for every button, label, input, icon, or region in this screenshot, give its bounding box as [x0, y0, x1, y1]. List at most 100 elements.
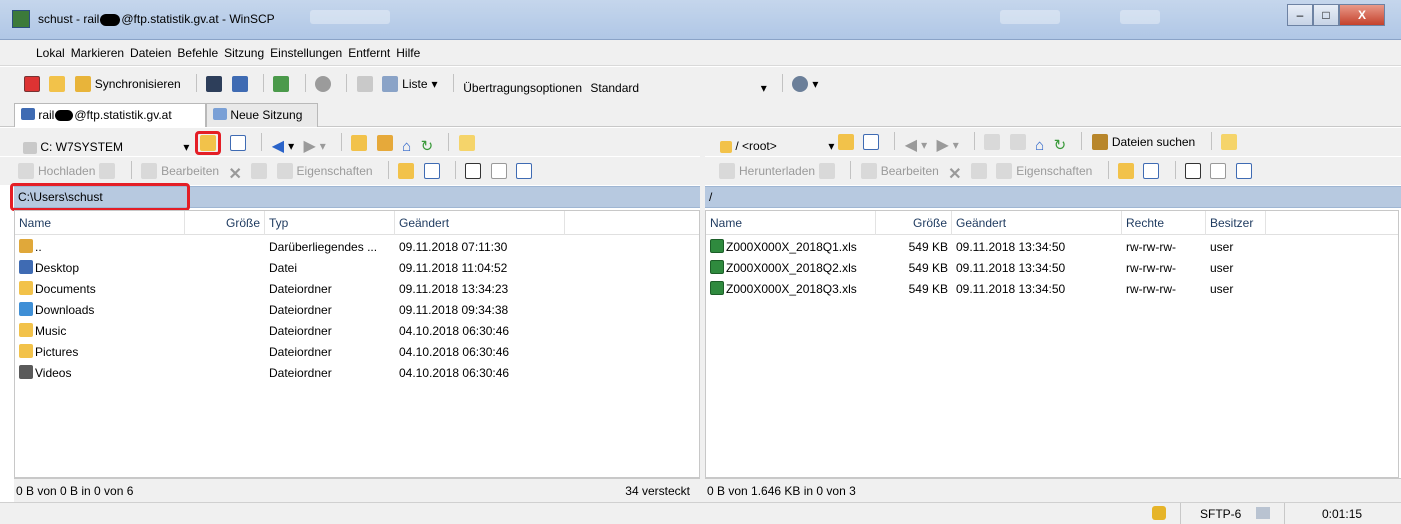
- menu-dateien[interactable]: Dateien: [130, 40, 171, 66]
- edit-button[interactable]: Bearbeiten: [860, 160, 939, 182]
- home-button[interactable]: ⌂: [1035, 135, 1044, 157]
- file-changed: 04.10.2018 06:30:46: [399, 366, 510, 380]
- chevron-down-icon[interactable]: ▾: [828, 139, 834, 153]
- table-row[interactable]: Pictures Dateiordner 04.10.2018 06:30:46: [15, 342, 699, 363]
- col-owner[interactable]: Besitzer: [1206, 211, 1266, 235]
- filter-button[interactable]: [230, 132, 247, 154]
- deselect-button[interactable]: [1210, 160, 1227, 182]
- table-row[interactable]: Desktop Datei 09.11.2018 11:04:52: [15, 258, 699, 279]
- back-button[interactable]: ◀ ▾: [272, 135, 294, 157]
- table-row[interactable]: Z000X000X_2018Q2.xls 549 KB 09.11.2018 13:…: [706, 258, 1398, 279]
- table-row[interactable]: Z000X000X_2018Q1.xls 549 KB 09.11.2018 13:…: [706, 237, 1398, 258]
- refresh-button[interactable]: ↻: [1054, 134, 1067, 156]
- parent-dir-button[interactable]: [351, 132, 368, 154]
- delete-button[interactable]: ✕: [948, 163, 961, 185]
- drive-select[interactable]: C: W7SYSTEM: [18, 137, 180, 157]
- rename-button[interactable]: [251, 160, 268, 182]
- back-button[interactable]: ◀ ▾: [905, 134, 927, 156]
- root-dir-button[interactable]: [376, 132, 393, 154]
- properties-button[interactable]: Eigenschaften: [996, 160, 1092, 182]
- view-button[interactable]: [356, 73, 373, 95]
- new-file-button[interactable]: [423, 160, 440, 182]
- deselect-button[interactable]: [490, 160, 507, 182]
- preferences-button[interactable]: [315, 73, 332, 95]
- col-rights[interactable]: Rechte: [1122, 211, 1206, 235]
- synchronize-button[interactable]: Synchronisieren: [74, 73, 181, 95]
- table-row[interactable]: Z000X000X_2018Q3.xls 549 KB 09.11.2018 13:…: [706, 279, 1398, 300]
- new-folder-button[interactable]: [398, 160, 415, 182]
- menu-einstellungen[interactable]: Einstellungen: [270, 40, 342, 66]
- table-row[interactable]: .. Darüberliegendes ... 09.11.2018 07:11:3…: [15, 237, 699, 258]
- edit-icon: [860, 163, 877, 179]
- menu-entfernt[interactable]: Entfernt: [348, 40, 390, 66]
- col-changed[interactable]: Geändert: [952, 211, 1122, 235]
- tab-new-session[interactable]: Neue Sitzung: [206, 103, 318, 127]
- menu-sitzung[interactable]: Sitzung: [224, 40, 264, 66]
- select-all-button[interactable]: [465, 160, 482, 182]
- tab-session[interactable]: rail @ftp.statistik.gv.at: [14, 103, 206, 127]
- hidden-count[interactable]: 34 versteckt: [625, 479, 690, 503]
- chevron-down-icon[interactable]: ▾: [761, 81, 767, 95]
- filter-button[interactable]: [863, 131, 880, 153]
- filter-icon: [516, 163, 533, 179]
- download-button[interactable]: Herunterladen: [719, 160, 836, 182]
- refresh-button[interactable]: ↻: [421, 135, 434, 157]
- file-name-cell: Z000X000X_2018Q2.xls: [710, 258, 876, 279]
- file-owner: user: [1210, 261, 1234, 275]
- parent-dir-button[interactable]: [984, 131, 1001, 153]
- forward-button[interactable]: ▶ ▾: [303, 135, 325, 157]
- home-button[interactable]: ⌂: [402, 136, 411, 158]
- table-row[interactable]: Downloads Dateiordner 09.11.2018 09:34:38: [15, 300, 699, 321]
- sync-browse-button[interactable]: [49, 73, 66, 95]
- menu-hilfe[interactable]: Hilfe: [396, 40, 420, 66]
- rename-button[interactable]: [970, 160, 987, 182]
- table-row[interactable]: Documents Dateiordner 09.11.2018 13:34:23: [15, 279, 699, 300]
- remote-dir-select[interactable]: / <root>: [715, 136, 825, 156]
- find-files-button[interactable]: Dateien suchen: [1091, 131, 1195, 153]
- root-folder-icon: [376, 135, 393, 151]
- new-file-icon: [423, 163, 440, 179]
- table-row[interactable]: Videos Dateiordner 04.10.2018 06:30:46: [15, 363, 699, 384]
- table-row[interactable]: Music Dateiordner 04.10.2018 06:30:46: [15, 321, 699, 342]
- list-button[interactable]: Liste ▾: [382, 73, 438, 95]
- edit-button[interactable]: Bearbeiten: [141, 160, 219, 182]
- col-name[interactable]: Name: [15, 211, 185, 235]
- chevron-down-icon[interactable]: ▾: [183, 140, 189, 154]
- root-dir-button[interactable]: [1009, 131, 1026, 153]
- new-folder-button[interactable]: [1117, 160, 1134, 182]
- col-size[interactable]: Größe: [185, 211, 265, 235]
- col-size[interactable]: Größe: [876, 211, 952, 235]
- filter-select-button[interactable]: [1235, 160, 1252, 182]
- forward-button[interactable]: ▶ ▾: [936, 134, 958, 156]
- tree-button[interactable]: [1220, 131, 1237, 153]
- close-button[interactable]: X: [1339, 4, 1385, 26]
- separator: [894, 132, 896, 150]
- filter-select-button[interactable]: [516, 160, 533, 182]
- putty-button[interactable]: [231, 73, 248, 95]
- excel-file-icon: [710, 239, 724, 253]
- maximize-button[interactable]: □: [1313, 4, 1339, 26]
- chevron-down-icon: ▾: [812, 77, 819, 91]
- menu-befehle[interactable]: Befehle: [177, 40, 218, 66]
- col-name[interactable]: Name: [706, 211, 876, 235]
- select-all-button[interactable]: [1185, 160, 1202, 182]
- minimize-button[interactable]: –: [1287, 4, 1313, 26]
- new-file-button[interactable]: [1143, 160, 1160, 182]
- open-directory-button[interactable]: [837, 131, 854, 153]
- col-changed[interactable]: Geändert: [395, 211, 565, 235]
- transfer-settings-button[interactable]: ▾: [792, 73, 818, 95]
- open-directory-button[interactable]: [194, 131, 221, 155]
- menu-markieren[interactable]: Markieren: [71, 40, 124, 66]
- delete-button[interactable]: ✕: [228, 163, 241, 185]
- terminal-icon: [206, 76, 223, 92]
- terminal-button[interactable]: [206, 73, 223, 95]
- menu-lokal[interactable]: Lokal: [36, 40, 65, 66]
- col-type[interactable]: Typ: [265, 211, 395, 235]
- lock-icon[interactable]: [1152, 506, 1166, 520]
- compare-button[interactable]: [24, 73, 40, 95]
- queue-button[interactable]: [273, 73, 290, 95]
- tree-button[interactable]: [458, 132, 475, 154]
- transfer-options-select[interactable]: Standard: [589, 78, 757, 98]
- upload-button[interactable]: Hochladen: [18, 160, 116, 182]
- properties-button[interactable]: Eigenschaften: [276, 160, 373, 182]
